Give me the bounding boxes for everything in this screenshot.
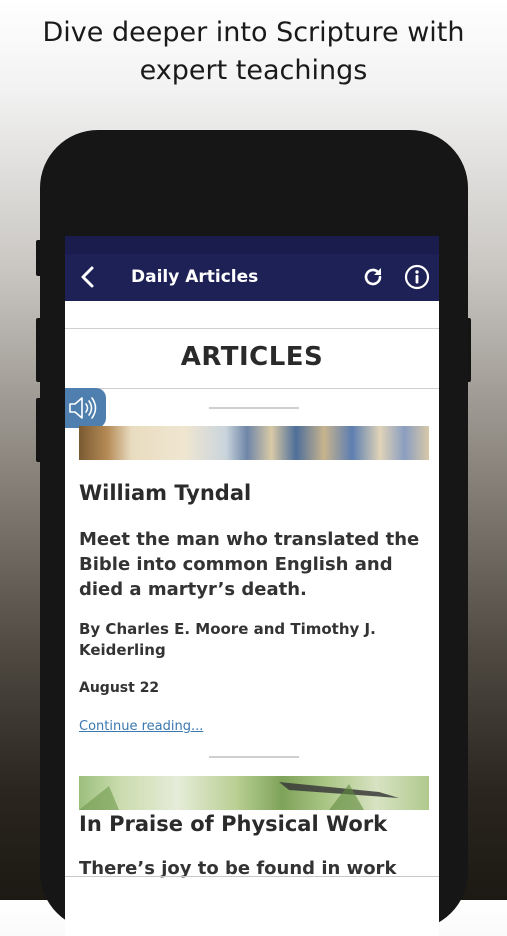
info-icon — [404, 264, 430, 290]
article-image-detail — [79, 782, 399, 810]
section-title: ARTICLES — [180, 342, 324, 372]
top-navbar: Daily Articles — [65, 254, 439, 301]
speaker-icon — [69, 397, 97, 419]
article-title[interactable]: William Tyndal — [79, 481, 251, 505]
audio-button[interactable] — [65, 388, 106, 428]
article-date: August 22 — [79, 680, 160, 696]
navbar-title: Daily Articles — [131, 267, 259, 287]
back-button[interactable] — [75, 263, 103, 291]
info-button[interactable] — [404, 264, 430, 290]
app-screen: Daily Articles ARTICLES William Tyndal M… — [65, 236, 439, 936]
article-title[interactable]: In Praise of Physical Work — [79, 812, 387, 836]
article-image[interactable] — [79, 776, 429, 810]
chevron-left-icon — [81, 266, 94, 288]
continue-reading-link[interactable]: Continue reading... — [79, 719, 203, 734]
article-summary: Meet the man who translated the Bible in… — [79, 529, 420, 600]
refresh-button[interactable] — [361, 265, 385, 289]
section-bottom-divider — [65, 388, 439, 389]
promo-headline-line1: Dive deeper into Scripture with — [42, 17, 465, 48]
article-separator — [209, 756, 299, 758]
refresh-icon — [364, 268, 382, 286]
bottom-edge — [65, 876, 439, 877]
article-separator — [209, 407, 299, 409]
section-top-divider — [65, 328, 439, 329]
promo-headline: Dive deeper into Scripture with expert t… — [0, 14, 507, 90]
status-bar — [65, 236, 439, 254]
article-image[interactable] — [79, 426, 429, 460]
promo-headline-line2: expert teachings — [139, 55, 368, 86]
article-author: By Charles E. Moore and Timothy J. Keide… — [79, 620, 376, 659]
article-summary: There’s joy to be found in work — [79, 858, 397, 879]
